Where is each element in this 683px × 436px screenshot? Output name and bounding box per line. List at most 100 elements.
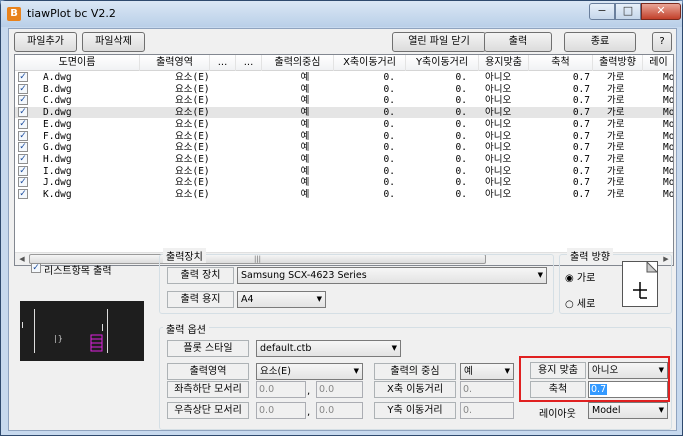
lower-left-x-input[interactable]: 0.0 xyxy=(256,381,306,398)
row-scale: 0.7 xyxy=(572,142,590,154)
table-row[interactable]: ✓ D.dwg 요소(E) 예 0. 0. 아니오 0.7 가로 Mo xyxy=(15,107,673,119)
col-header-ellipsis-2[interactable]: ... xyxy=(236,55,262,71)
help-button[interactable]: ? xyxy=(652,32,672,52)
close-button[interactable]: ✕ xyxy=(641,3,681,20)
col-header-name[interactable]: 도면이름 xyxy=(15,55,140,71)
table-row[interactable]: ✓ E.dwg 요소(E) 예 0. 0. 아니오 0.7 가로 Mo xyxy=(15,118,673,130)
row-direction: 가로 xyxy=(607,95,625,107)
chevron-down-icon: ▼ xyxy=(353,367,359,375)
device-group-title: 출력장치 xyxy=(163,248,206,263)
paper-label: 출력 용지 xyxy=(167,291,234,308)
orientation-preview-icon xyxy=(622,260,659,307)
col-header-scale[interactable]: 축척 xyxy=(529,55,593,71)
upper-right-y-input[interactable]: 0.0 xyxy=(316,402,363,419)
row-area: 요소(E) xyxy=(175,165,210,177)
title-bar[interactable]: B tiawPlot bc V2.2 − □ ✕ xyxy=(1,1,682,27)
table-row[interactable]: ✓ A.dwg 요소(E) 예 0. 0. 아니오 0.7 가로 Mo xyxy=(15,72,673,83)
printer-dropdown[interactable]: Samsung SCX-4623 Series ▼ xyxy=(237,267,547,284)
row-checkbox[interactable]: ✓ xyxy=(18,130,28,141)
row-checkbox[interactable]: ✓ xyxy=(18,95,28,106)
table-row[interactable]: ✓ G.dwg 요소(E) 예 0. 0. 아니오 0.7 가로 Mo xyxy=(15,142,673,154)
print-button[interactable]: 출력 xyxy=(484,32,552,52)
row-checkbox[interactable]: ✓ xyxy=(18,107,28,118)
row-checkbox[interactable]: ✓ xyxy=(18,118,28,129)
close-open-files-button[interactable]: 열린 파일 닫기 xyxy=(392,32,486,52)
row-checkbox[interactable]: ✓ xyxy=(18,142,28,153)
layout-dropdown[interactable]: Model ▼ xyxy=(588,402,668,419)
table-row[interactable]: ✓ I.dwg 요소(E) 예 0. 0. 아니오 0.7 가로 Mo xyxy=(15,165,674,177)
orientation-group-title: 출력 방향 xyxy=(567,248,613,263)
row-direction: 가로 xyxy=(607,142,625,154)
row-x-offset: 0. xyxy=(383,142,395,154)
list-print-checkbox[interactable]: ✓ xyxy=(31,263,41,273)
row-scale: 0.7 xyxy=(572,130,590,142)
table-row[interactable]: ✓ F.dwg 요소(E) 예 0. 0. 아니오 0.7 가로 Mo xyxy=(15,130,674,142)
lower-left-y-input[interactable]: 0.0 xyxy=(316,381,363,398)
plot-area-value: 요소(E) xyxy=(260,366,291,377)
paper-dropdown[interactable]: A4 ▼ xyxy=(237,291,326,308)
row-checkbox[interactable]: ✓ xyxy=(18,189,28,199)
col-header-ellipsis-1[interactable]: ... xyxy=(210,55,236,71)
maximize-button[interactable]: □ xyxy=(615,3,641,20)
minimize-button[interactable]: − xyxy=(589,3,615,20)
row-checkbox[interactable]: ✓ xyxy=(18,72,28,82)
row-scale: 0.7 xyxy=(572,165,590,177)
row-x-offset: 0. xyxy=(383,95,395,107)
row-checkbox[interactable]: ✓ xyxy=(18,83,28,94)
list-print-label: 리스트항목 출력 xyxy=(44,266,112,277)
table-row[interactable]: ✓ J.dwg 요소(E) 예 0. 0. 아니오 0.7 가로 Mo xyxy=(15,177,673,189)
plot-style-value: default.ctb xyxy=(260,343,312,354)
plot-center-label: 출력의 중심 xyxy=(374,363,456,380)
row-center: 예 xyxy=(300,83,310,95)
row-checkbox[interactable]: ✓ xyxy=(18,177,28,188)
col-header-area[interactable]: 출력영역 xyxy=(140,55,210,71)
row-layout: Mo xyxy=(663,165,674,177)
y-offset-input[interactable]: 0. xyxy=(460,402,514,419)
row-fit: 아니오 xyxy=(485,130,512,142)
x-offset-input[interactable]: 0. xyxy=(460,381,514,398)
row-x-offset: 0. xyxy=(383,118,395,130)
table-row[interactable]: ✓ K.dwg 요소(E) 예 0. 0. 아니오 0.7 가로 Mo xyxy=(15,189,673,200)
plot-area-dropdown[interactable]: 요소(E) ▼ xyxy=(256,363,363,380)
row-checkbox[interactable]: ✓ xyxy=(18,153,28,164)
chevron-down-icon: ▼ xyxy=(658,406,664,414)
row-area: 요소(E) xyxy=(175,83,210,95)
exit-button[interactable]: 종료 xyxy=(564,32,636,52)
row-y-offset: 0. xyxy=(455,130,467,142)
upper-right-x-input[interactable]: 0.0 xyxy=(256,402,306,419)
portrait-radio[interactable]: ○ 세로 xyxy=(565,295,595,310)
table-row[interactable]: ✓ B.dwg 요소(E) 예 0. 0. 아니오 0.7 가로 Mo xyxy=(15,83,673,95)
row-fit: 아니오 xyxy=(485,177,512,189)
delete-file-button[interactable]: 파일삭제 xyxy=(82,32,145,52)
drawing-list[interactable]: 도면이름 출력영역 ... ... 출력의중심 X축이동거리 Y축이동거리 용지… xyxy=(14,54,674,266)
list-header: 도면이름 출력영역 ... ... 출력의중심 X축이동거리 Y축이동거리 용지… xyxy=(15,55,673,71)
row-area: 요소(E) xyxy=(175,142,210,154)
row-area: 요소(E) xyxy=(175,118,210,130)
col-header-y-offset[interactable]: Y축이동거리 xyxy=(406,55,479,71)
col-header-direction[interactable]: 출력방향 xyxy=(593,55,643,71)
device-label: 출력 장치 xyxy=(167,267,234,284)
row-scale: 0.7 xyxy=(572,189,590,200)
row-y-offset: 0. xyxy=(455,177,467,189)
landscape-radio[interactable]: ◉ 가로 xyxy=(565,269,595,284)
row-checkbox[interactable]: ✓ xyxy=(18,165,28,176)
chevron-down-icon: ▼ xyxy=(537,271,543,279)
col-header-x-offset[interactable]: X축이동거리 xyxy=(334,55,406,71)
col-header-center[interactable]: 출력의중심 xyxy=(262,55,334,71)
col-header-layout[interactable]: 레이 xyxy=(643,55,673,71)
col-header-fit[interactable]: 용지맞춤 xyxy=(479,55,529,71)
row-y-offset: 0. xyxy=(455,189,467,200)
plot-style-dropdown[interactable]: default.ctb ▼ xyxy=(256,340,401,357)
row-fit: 아니오 xyxy=(485,83,512,95)
row-direction: 가로 xyxy=(607,118,625,130)
plot-center-dropdown[interactable]: 예 ▼ xyxy=(460,363,514,380)
row-direction: 가로 xyxy=(607,83,625,95)
row-direction: 가로 xyxy=(607,130,625,142)
scroll-left-icon[interactable]: ◀ xyxy=(16,254,28,265)
add-file-button[interactable]: 파일추가 xyxy=(14,32,77,52)
table-row[interactable]: ✓ C.dwg 요소(E) 예 0. 0. 아니오 0.7 가로 Mo xyxy=(15,95,673,107)
table-row[interactable]: ✓ H.dwg 요소(E) 예 0. 0. 아니오 0.7 가로 Mo xyxy=(15,153,673,165)
row-layout: Mo xyxy=(663,130,674,142)
row-x-offset: 0. xyxy=(383,107,395,119)
row-center: 예 xyxy=(300,118,310,130)
